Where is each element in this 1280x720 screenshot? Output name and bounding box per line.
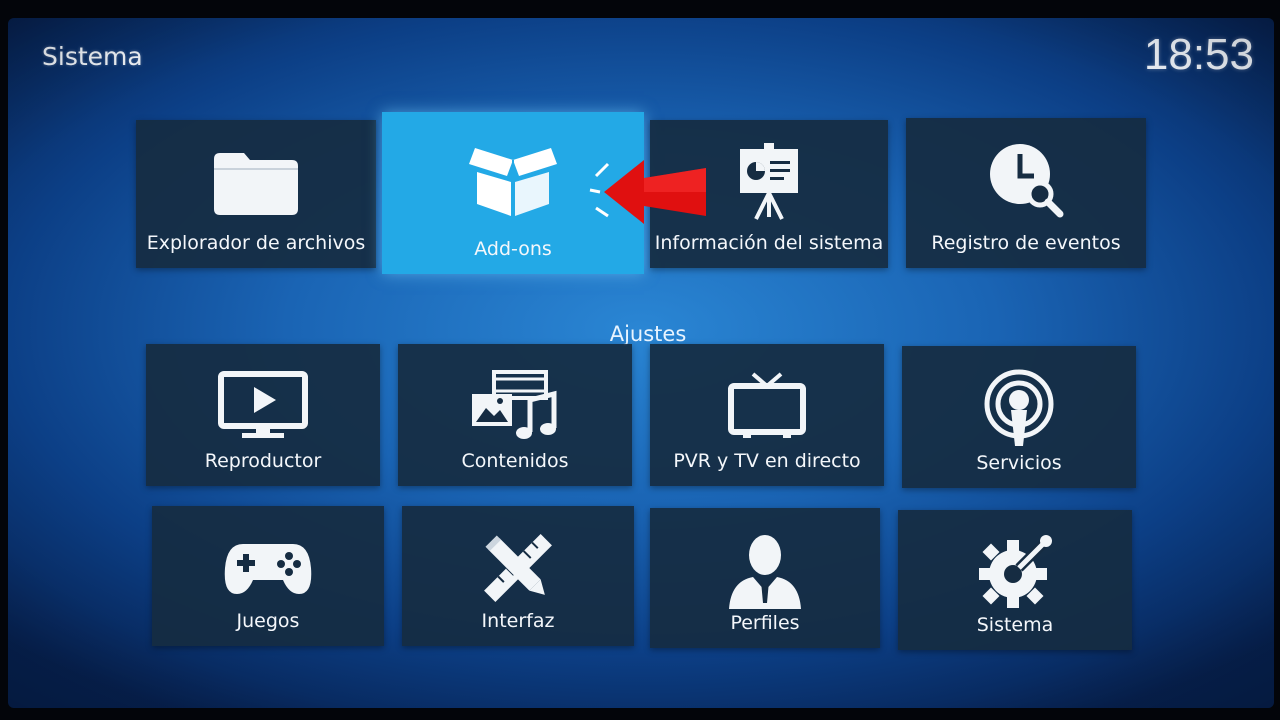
- tile-event-log[interactable]: Registro de eventos: [906, 118, 1146, 268]
- tile-label: Reproductor: [204, 450, 322, 472]
- window-title: Sistema: [42, 42, 143, 71]
- gamepad-icon: [218, 528, 318, 608]
- tile-label: Explorador de archivos: [146, 232, 366, 254]
- tile-player[interactable]: Reproductor: [146, 344, 380, 486]
- tv-frame: Sistema 18:53 Explorador de archivos Add…: [0, 0, 1280, 720]
- tile-profiles[interactable]: Perfiles: [650, 508, 880, 648]
- folder-icon: [206, 142, 306, 222]
- media-library-icon: [465, 366, 565, 446]
- tile-services[interactable]: Servicios: [902, 346, 1136, 488]
- section-label-ajustes: Ajustes: [609, 322, 687, 346]
- tile-media[interactable]: Contenidos: [398, 344, 632, 486]
- gear-wrench-icon: [965, 532, 1065, 612]
- tile-pvr-live-tv[interactable]: PVR y TV en directo: [650, 344, 884, 486]
- kodi-screen: Sistema 18:53 Explorador de archivos Add…: [8, 18, 1274, 708]
- tile-label: Juegos: [236, 610, 300, 632]
- tile-games[interactable]: Juegos: [152, 506, 384, 646]
- red-arrow-annotation: [589, 160, 706, 224]
- clock: 18:53: [1143, 30, 1254, 79]
- tile-system[interactable]: Sistema: [898, 510, 1132, 650]
- tile-label: Información del sistema: [654, 232, 884, 254]
- tile-label: PVR y TV en directo: [673, 450, 861, 472]
- pencil-ruler-icon: [468, 528, 568, 608]
- tile-label: Sistema: [976, 614, 1054, 636]
- tile-interface[interactable]: Interfaz: [402, 506, 634, 646]
- tile-file-manager[interactable]: Explorador de archivos: [136, 120, 376, 268]
- tv-antenna-icon: [717, 366, 817, 446]
- tile-label: Perfiles: [730, 612, 800, 634]
- broadcast-icon: [969, 368, 1069, 448]
- tile-label: Registro de eventos: [931, 232, 1121, 254]
- tile-label: Contenidos: [461, 450, 569, 472]
- tile-label: Interfaz: [481, 610, 555, 632]
- tile-label: Add-ons: [474, 238, 552, 260]
- clock-search-icon: [976, 140, 1076, 220]
- tile-label: Servicios: [976, 452, 1062, 474]
- monitor-play-icon: [213, 366, 313, 446]
- user-profile-icon: [715, 530, 815, 610]
- open-box-icon: [463, 138, 563, 218]
- presentation-board-icon: [719, 142, 819, 222]
